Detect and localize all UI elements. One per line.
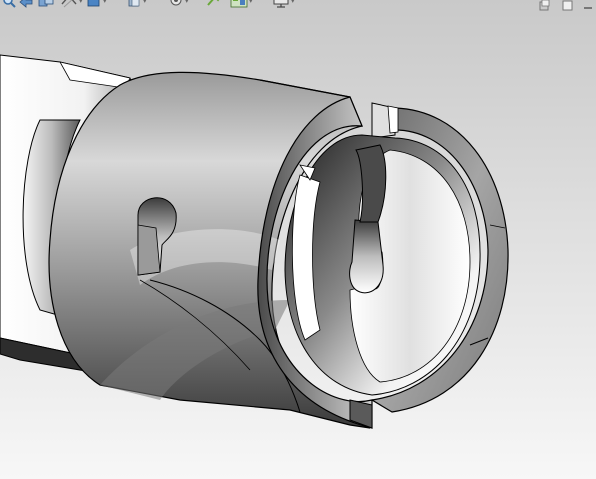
display-style-button[interactable]: ▾ [86,0,107,10]
chevron-down-icon: ▾ [249,0,253,5]
zoom-to-fit-icon [3,0,16,8]
chevron-down-icon: ▾ [79,0,83,5]
heads-up-view-toolbar: ▾ ▾ ▾ ▾ ▾ ▾ [0,0,300,12]
maximize-icon [562,0,573,11]
view-orientation-button[interactable]: ▾ [60,0,83,10]
minimize-button[interactable] [582,0,594,9]
display-pane-button[interactable]: ▾ [272,0,295,10]
zoom-to-fit-button[interactable] [2,0,16,10]
inner-bore[interactable] [284,134,481,396]
section-view-icon [38,0,54,7]
edit-appearance-icon [170,0,182,6]
apply-scene-icon [207,0,220,6]
section-view-button[interactable] [37,0,55,10]
hide-show-items-icon [128,0,140,7]
maximize-button[interactable] [562,0,574,11]
chevron-down-icon: ▾ [185,0,189,5]
window-controls [516,0,596,11]
restore-icon [539,0,550,11]
edit-appearance-button[interactable]: ▾ [168,0,189,10]
apply-scene-button[interactable] [206,0,224,10]
graphics-viewport[interactable]: ▾ ▾ ▾ ▾ ▾ ▾ [0,0,596,479]
chevron-down-icon: ▾ [103,0,107,5]
previous-view-button[interactable] [18,0,34,10]
previous-view-icon [19,0,33,8]
3d-model-view[interactable] [0,0,596,479]
monitor-icon [273,0,289,8]
chevron-down-icon: ▾ [143,0,147,5]
view-settings-icon [230,0,248,8]
chevron-down-icon: ▾ [291,0,295,5]
view-orientation-icon [61,0,77,8]
minimize-icon [584,7,592,9]
view-settings-button[interactable]: ▾ [230,0,253,10]
hide-show-items-button[interactable]: ▾ [126,0,147,10]
display-style-icon [87,0,100,7]
restore-button[interactable] [538,0,550,11]
